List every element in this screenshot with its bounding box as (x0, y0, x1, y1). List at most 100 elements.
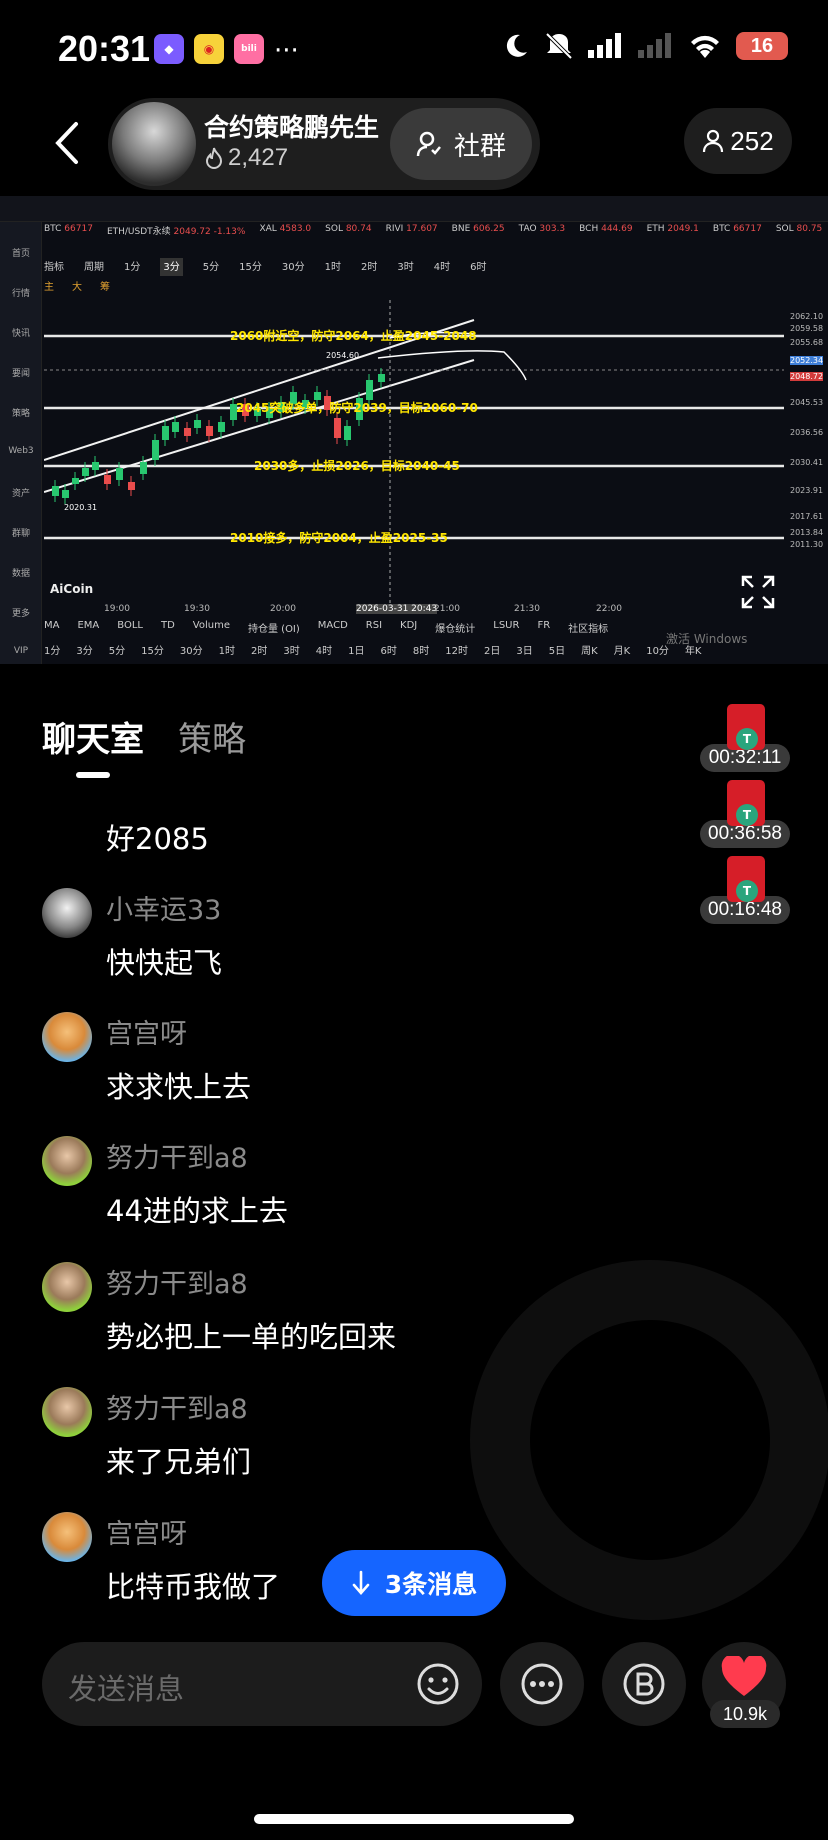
indicator-option[interactable]: Volume (193, 620, 230, 640)
indicator-option[interactable]: 持仓量 (OI) (248, 620, 300, 640)
period-option[interactable]: 2时 (361, 258, 377, 276)
message-text: 快快起飞 (106, 946, 223, 980)
avatar[interactable] (42, 1012, 92, 1062)
time-tick: 19:00 (104, 604, 130, 614)
period-option[interactable]: 3分 (76, 642, 92, 662)
ticker-item[interactable]: BTC 66717 (713, 224, 762, 254)
tab-strategy[interactable]: 策略 (178, 712, 246, 761)
indicator-option[interactable]: BOLL (117, 620, 143, 640)
host-avatar[interactable] (112, 102, 196, 186)
indicator-option[interactable]: EMA (77, 620, 99, 640)
period-option[interactable]: 12时 (445, 642, 468, 662)
period-option[interactable]: 3分 (160, 258, 183, 276)
period-option[interactable]: 周K (581, 642, 598, 662)
period-option[interactable]: 3时 (397, 258, 413, 276)
new-messages-button[interactable]: 3条消息 (322, 1550, 506, 1616)
user-name[interactable]: 小幸运33 (106, 888, 221, 927)
ticker-item[interactable]: BTC 66717 (44, 224, 93, 254)
viewer-count-button[interactable]: 252 (684, 108, 792, 174)
indicator-option[interactable]: MA (44, 620, 59, 640)
weibo-app-icon: ◉ (194, 34, 224, 64)
avatar[interactable] (42, 1262, 92, 1312)
ticker-item[interactable]: TAO 303.3 (519, 224, 566, 254)
indicator-option[interactable]: RSI (366, 620, 382, 640)
period-option[interactable]: 15分 (141, 642, 164, 662)
ticker-item[interactable]: XAL 4583.0 (259, 224, 311, 254)
fullscreen-icon[interactable] (740, 574, 776, 610)
user-name[interactable]: 努力干到a8 (106, 1262, 248, 1301)
avatar[interactable] (42, 1136, 92, 1186)
period-option[interactable]: 4时 (434, 258, 450, 276)
tab-chat-room[interactable]: 聊天室 (42, 712, 144, 761)
user-name[interactable]: 努力干到a8 (106, 1387, 248, 1426)
indicator-option[interactable]: MACD (318, 620, 348, 640)
likes-count: 2,427 (228, 144, 289, 171)
period-toolbar: 指标 周期 1分 3分 5分 15分 30分 1时 2时 3时 4时 6时 (44, 258, 828, 276)
period-option[interactable]: 月K (614, 642, 631, 662)
period-option[interactable]: 8时 (413, 642, 429, 662)
ticker-item[interactable]: SOL 80.75 (776, 224, 822, 254)
period-option[interactable]: 3时 (283, 642, 299, 662)
period-option[interactable]: 15分 (239, 258, 262, 276)
period-option[interactable]: 1分 (44, 642, 60, 662)
period-option[interactable]: 4时 (316, 642, 332, 662)
indicator-option[interactable]: FR (537, 620, 550, 640)
red-packet[interactable]: T 00:16:48 (700, 856, 790, 924)
candle (378, 374, 385, 382)
period-option[interactable]: 1分 (124, 258, 140, 276)
period-option[interactable]: 6时 (380, 642, 396, 662)
live-video[interactable]: 首页 行情 快讯 要闻 策略 Web3 资产 群聊 数据 更多 VIP BTC 66717 ETH/U… (0, 196, 828, 664)
ticker-item[interactable]: RIVI 17.607 (386, 224, 438, 254)
coin-button[interactable] (602, 1642, 686, 1726)
indicator-option[interactable]: 爆仓统计 (435, 620, 475, 640)
period-option[interactable]: 1日 (348, 642, 364, 662)
ticker-item[interactable]: BCH 444.69 (579, 224, 632, 254)
period-option[interactable]: 30分 (180, 642, 203, 662)
community-button[interactable]: 社群 (390, 108, 532, 180)
candle (184, 428, 191, 436)
ticker-item[interactable]: ETH 2049.1 (647, 224, 699, 254)
red-packet[interactable]: T 00:36:58 (700, 780, 790, 848)
period-option[interactable]: 30分 (282, 258, 305, 276)
chart-tool[interactable]: 主 (44, 278, 54, 296)
period-option[interactable]: 5日 (549, 642, 565, 662)
user-name[interactable]: 努力干到a8 (106, 1136, 248, 1175)
ticker-item[interactable]: BNE 606.25 (452, 224, 505, 254)
period-option[interactable]: 1时 (219, 642, 235, 662)
emoji-icon[interactable] (416, 1662, 460, 1706)
host-info-pill[interactable]: 合约策略鹏先生 2,427 社群 (108, 98, 540, 190)
ticker-item[interactable]: SOL 80.74 (325, 224, 371, 254)
period-option[interactable]: 5分 (109, 642, 125, 662)
message-input[interactable]: 发送消息 (42, 1642, 482, 1726)
period-option[interactable]: 1时 (325, 258, 341, 276)
period-option[interactable]: 2日 (484, 642, 500, 662)
period-option[interactable]: 指标 (44, 258, 64, 276)
period-option[interactable]: 周期 (84, 258, 104, 276)
candle (366, 380, 373, 400)
battery-indicator: 16 (736, 32, 788, 60)
indicator-option[interactable]: KDJ (400, 620, 417, 640)
home-indicator (254, 1814, 574, 1824)
status-time: 20:31 (58, 28, 151, 69)
user-name[interactable]: 宫宫呀 (106, 1012, 187, 1051)
back-arrow-icon[interactable] (48, 118, 88, 168)
indicator-option[interactable]: 社区指标 (568, 620, 608, 640)
avatar[interactable] (42, 888, 92, 938)
person-icon (703, 129, 724, 153)
ticker-item[interactable]: ETH/USDT永续 2049.72 -1.13% (107, 224, 246, 254)
period-option[interactable]: 6时 (470, 258, 486, 276)
avatar[interactable] (42, 1387, 92, 1437)
more-button[interactable] (500, 1642, 584, 1726)
red-packet[interactable]: T 00:32:11 (700, 704, 790, 772)
period-option[interactable]: 3日 (516, 642, 532, 662)
avatar[interactable] (42, 1512, 92, 1562)
period-option[interactable]: 5分 (203, 258, 219, 276)
time-tick: 21:00 (434, 604, 460, 614)
user-name[interactable]: 宫宫呀 (106, 1512, 187, 1551)
chart-tool[interactable]: 大 (72, 278, 82, 296)
candle (72, 478, 79, 484)
indicator-option[interactable]: LSUR (493, 620, 519, 640)
chart-tool[interactable]: 筹 (100, 278, 110, 296)
indicator-option[interactable]: TD (161, 620, 175, 640)
period-option[interactable]: 2时 (251, 642, 267, 662)
